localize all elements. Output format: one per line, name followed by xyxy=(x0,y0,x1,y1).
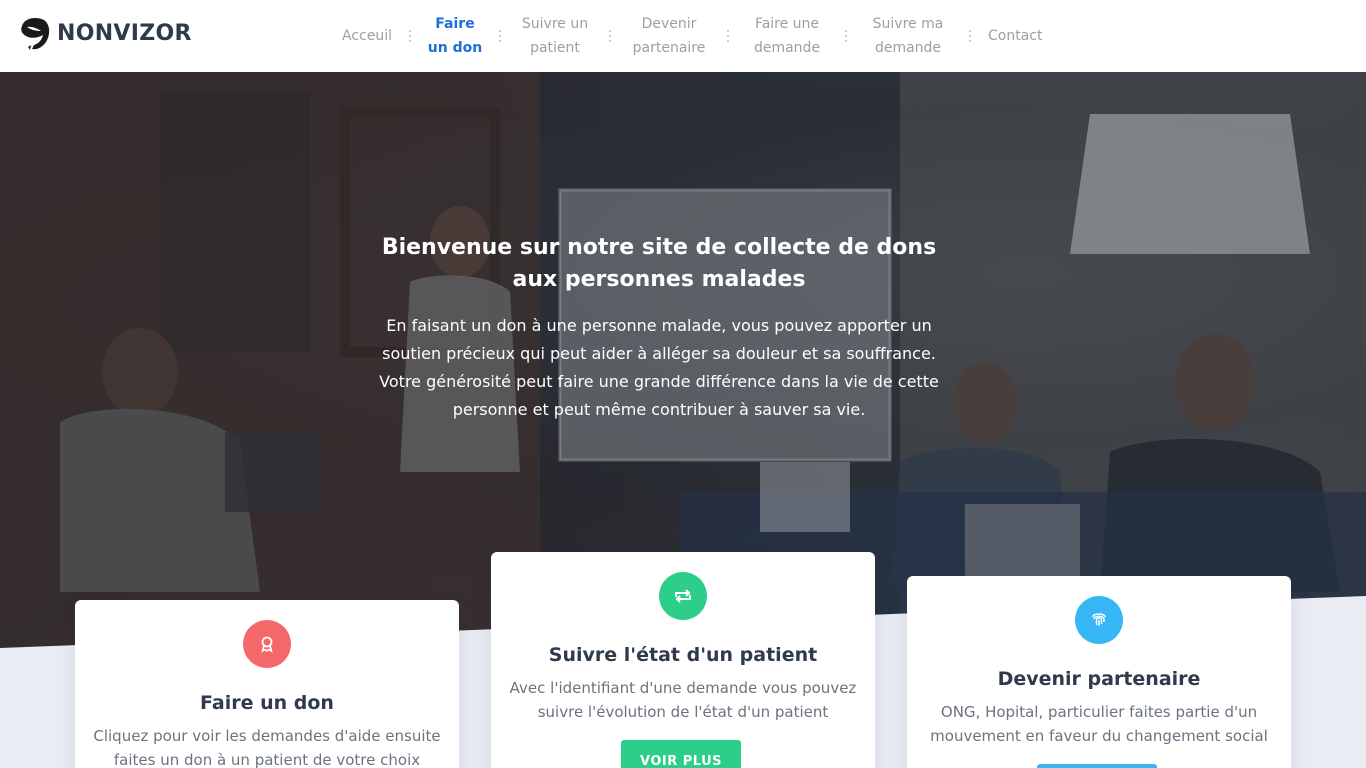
nav-separator xyxy=(406,30,414,42)
card-suivre-patient[interactable]: Suivre l'état d'un patient Avec l'identi… xyxy=(491,552,875,768)
navbar: NONVIZOR Acceuil Faire un don Suivre un … xyxy=(0,0,1366,72)
bird-leaf-logo-icon xyxy=(21,18,50,50)
nav-item-devenir-partenaire[interactable]: Devenir partenaire xyxy=(614,12,724,60)
fingerprint-icon xyxy=(1075,596,1123,644)
card-button[interactable] xyxy=(1037,764,1157,768)
nav-item-faire-un-don[interactable]: Faire un don xyxy=(414,12,496,60)
card-description: ONG, Hopital, particulier faites partie … xyxy=(930,703,1268,745)
nav-item-label: Devenir partenaire xyxy=(632,16,706,56)
nav-item-label: Acceuil xyxy=(342,28,392,44)
card-devenir-partenaire[interactable]: Devenir partenaire ONG, Hopital, particu… xyxy=(907,576,1291,768)
nav-separator xyxy=(496,30,504,42)
nav-item-suivre-ma-demande[interactable]: Suivre ma demande xyxy=(850,12,966,60)
nav-item-contact[interactable]: Contact xyxy=(974,24,1054,48)
card-title: Suivre l'état d'un patient xyxy=(548,644,818,666)
card-title: Devenir partenaire xyxy=(997,668,1201,690)
nav-item-label: Suivre ma demande xyxy=(872,16,944,56)
nav-item-faire-une-demande[interactable]: Faire une demande xyxy=(732,12,842,60)
main-nav: Acceuil Faire un don Suivre un patient D… xyxy=(330,12,1054,60)
nav-item-label: Faire une demande xyxy=(753,16,821,56)
hero-title: Bienvenue sur notre site de collecte de … xyxy=(381,235,937,292)
award-ribbon-icon xyxy=(243,620,291,668)
brand[interactable]: NONVIZOR xyxy=(18,14,192,52)
nav-separator xyxy=(606,30,614,42)
nav-item-suivre-un-patient[interactable]: Suivre un patient xyxy=(504,12,606,60)
card-description: Avec l'identifiant d'une demande vous po… xyxy=(509,679,857,721)
nav-separator xyxy=(966,30,974,42)
card-title: Faire un don xyxy=(200,692,334,714)
nav-item-acceuil[interactable]: Acceuil xyxy=(330,24,406,48)
voir-plus-button[interactable]: VOIR PLUS xyxy=(621,740,741,768)
repeat-arrows-icon xyxy=(659,572,707,620)
nav-item-label: Suivre un patient xyxy=(521,16,589,56)
hero-description: En faisant un don à une personne malade,… xyxy=(379,316,939,419)
nav-item-label: Faire un don xyxy=(427,16,483,56)
brand-name: NONVIZOR xyxy=(57,20,192,46)
card-faire-un-don[interactable]: Faire un don Cliquez pour voir les deman… xyxy=(75,600,459,768)
nav-separator xyxy=(724,30,732,42)
nav-item-label: Contact xyxy=(988,28,1043,44)
card-description: Cliquez pour voir les demandes d'aide en… xyxy=(93,727,441,768)
nav-separator xyxy=(842,30,850,42)
